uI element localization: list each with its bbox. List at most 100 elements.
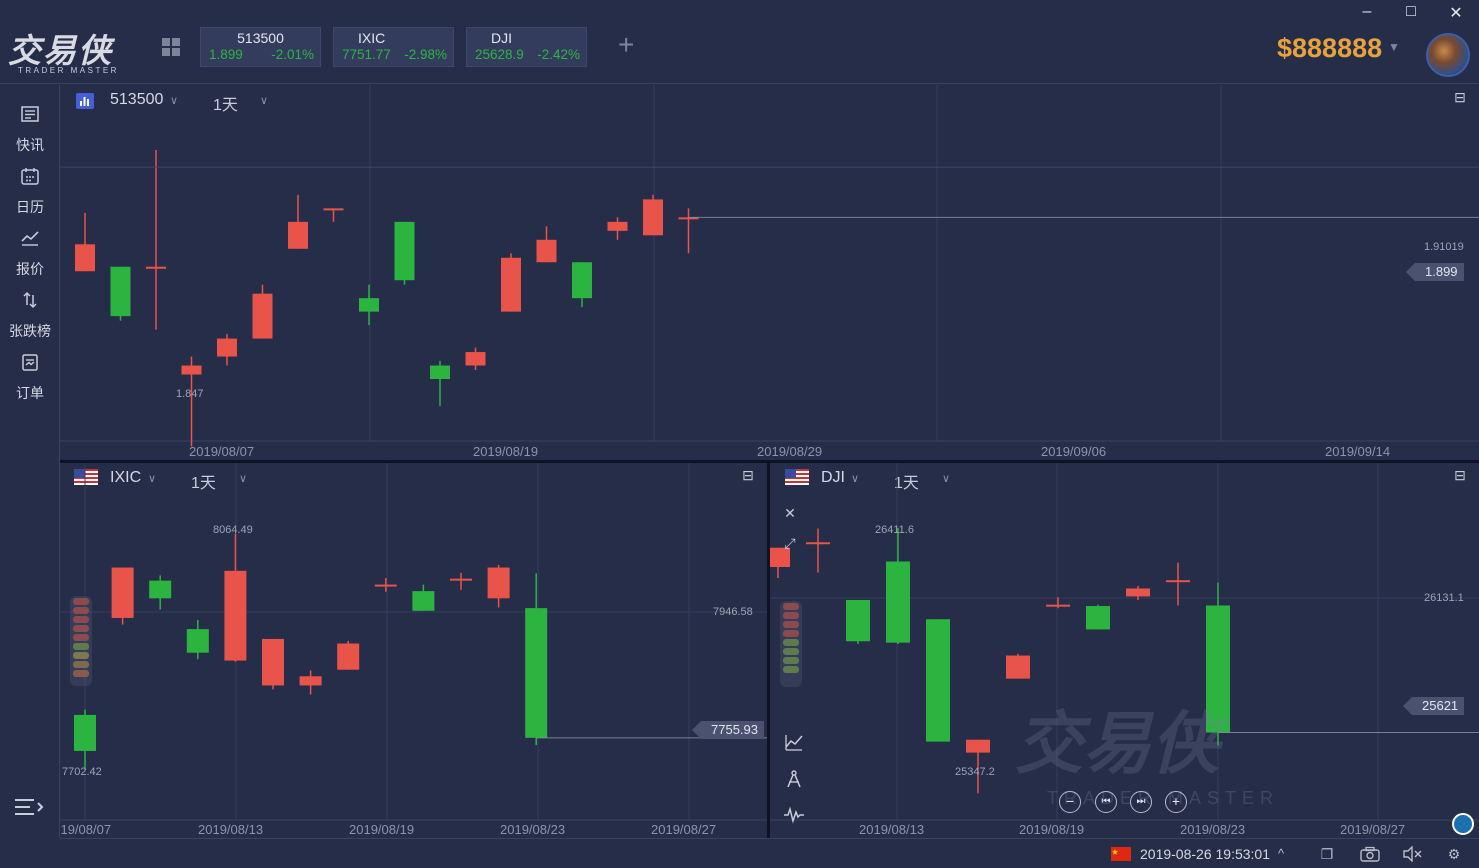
ticker-price: 25628.9 [475,47,524,62]
chart-panel-dji[interactable]: DJI ∨ 1天 ∨ ⊟ ✕ ⤢ 交易侠 TRADER MASTER − ⏮ ⏭… [770,463,1479,838]
camera-icon[interactable] [1360,846,1380,862]
candle-body [252,293,273,339]
ticker-name: DJI [491,30,512,46]
price-grid-label: 1.91019 [1424,241,1464,253]
chevron-up-icon[interactable]: ^ [1278,846,1284,861]
candle-body [374,584,397,587]
calendar-icon [21,168,39,185]
x-tick-label: 2019/08/23 [500,822,566,837]
app-logo: 交易侠 TRADER MASTER [8,24,133,76]
chart-panel-513500[interactable]: 513500 ∨ 1天 ∨ ⊟ 1.91019 1.899 1.847 2019… [60,85,1479,460]
minimize-button[interactable]: – [1354,3,1380,23]
candle-body [926,619,950,742]
chart-panel-ixic[interactable]: IXIC ∨ 1天 ∨ ⊟ 7946.58 7755.93 8064.49 77… [60,463,767,838]
up-down-arrows-icon [23,291,37,309]
ticker-tab-ixic[interactable]: IXIC 7751.77 -2.98% [333,27,454,67]
ticker-name: IXIC [358,30,386,46]
candle-body [186,629,209,653]
logo-text: 交易侠 [8,31,113,70]
close-icon[interactable]: ✕ [781,505,799,521]
menu-list-icon[interactable] [14,797,44,817]
candle-body [394,221,415,281]
candle-body [525,608,548,738]
candle-body [1126,588,1150,597]
candle-body [450,578,472,581]
chevron-down-icon[interactable]: ▼ [1388,40,1400,54]
x-tick-label: 2019/08/13 [198,822,264,837]
zoom-out-button[interactable]: − [1059,791,1081,813]
waveform-icon[interactable] [783,806,805,824]
last-price-tag: 1.899 [1406,263,1464,281]
ticker-tab-513500[interactable]: 513500 1.899 -2.01% [200,27,321,67]
quote-chart-icon [21,231,39,246]
step-forward-button[interactable]: ⏭ [1130,791,1152,813]
candle-body [149,580,172,599]
maximize-button[interactable]: □ [1398,3,1424,23]
sidebar-item-orders[interactable]: 订单 [0,341,60,401]
ticker-name: 513500 [237,30,284,46]
x-tick-label: 2019/08/27 [1340,822,1406,837]
sidebar-item-label: 报价 [16,261,44,277]
ticker-price: 7751.77 [342,47,391,62]
candle-body [299,676,322,686]
ticker-change: -2.01% [271,47,314,62]
candlestick-chart-513500 [60,85,1479,447]
candle-body [146,266,166,269]
price-grid-label: 26131.1 [1424,592,1464,604]
low-price-label: 1.847 [176,388,204,400]
candle-body [607,221,628,231]
candle-body [643,199,663,236]
zoom-in-button[interactable]: + [1165,791,1187,813]
sidebar-item-quotes[interactable]: 报价 [0,217,60,277]
user-avatar[interactable] [1426,33,1470,77]
x-tick-label: 2019/09/14 [1325,444,1391,459]
live-status-icon[interactable] [1452,813,1474,835]
sidebar: 快讯 日历 报价 张跌榜 订单 [0,85,60,838]
layout-grid-icon[interactable] [162,38,180,56]
candle-body [1166,580,1190,583]
sidebar-item-movers[interactable]: 张跌榜 [0,279,60,339]
mute-icon[interactable] [1402,846,1422,862]
x-tick-label: 2019/08/23 [1180,822,1246,837]
x-tick-label: 2019/08/19 [349,822,415,837]
sidebar-item-label: 日历 [16,199,44,215]
indicator-chart-icon[interactable] [784,733,804,751]
x-tick-label: 2019/08/19 [1019,822,1085,837]
sidebar-item-label: 订单 [16,385,44,401]
candle-body [288,221,308,249]
window-stack-icon[interactable]: ❐ [1318,846,1336,862]
drawing-compass-icon[interactable] [784,769,804,789]
logo-subtitle: TRADER MASTER [18,66,119,75]
candle-body [111,567,134,618]
step-back-button[interactable]: ⏮ [1095,791,1117,813]
datetime-label: 2019-08-26 19:53:01 [1140,846,1270,862]
expand-icon[interactable]: ⤢ [781,535,799,551]
candle-body [337,643,360,670]
sidebar-item-news[interactable]: 快讯 [0,93,60,153]
candle-body [501,257,521,312]
candle-body [412,591,435,611]
candle-body [262,638,284,686]
sidebar-item-calendar[interactable]: 日历 [0,155,60,215]
low-price-label: 25347.2 [955,766,995,778]
account-balance[interactable]: $888888 [1277,33,1382,64]
candle-body [181,365,202,375]
x-tick-label: 2019/08/29 [757,444,823,459]
ticker-tab-dji[interactable]: DJI 25628.9 -2.42% [466,27,587,67]
ticker-change: -2.98% [404,47,447,62]
volume-indicator-stack [780,601,802,687]
candle-body [536,239,557,263]
add-tab-plus-icon[interactable]: + [618,31,634,59]
close-button[interactable]: ✕ [1443,3,1469,23]
candle-body [966,739,990,753]
candle-body [1046,604,1070,607]
settings-gear-icon[interactable]: ⚙ [1445,846,1463,862]
candlestick-chart-ixic [60,463,767,821]
candle-body [886,561,910,643]
x-tick-label: 2019/08/07 [60,822,112,837]
candle-body [806,542,830,545]
candle-body [1006,655,1030,679]
candle-body [487,567,510,599]
x-tick-label: 2019/09/06 [1041,444,1107,459]
candle-body [75,244,95,272]
